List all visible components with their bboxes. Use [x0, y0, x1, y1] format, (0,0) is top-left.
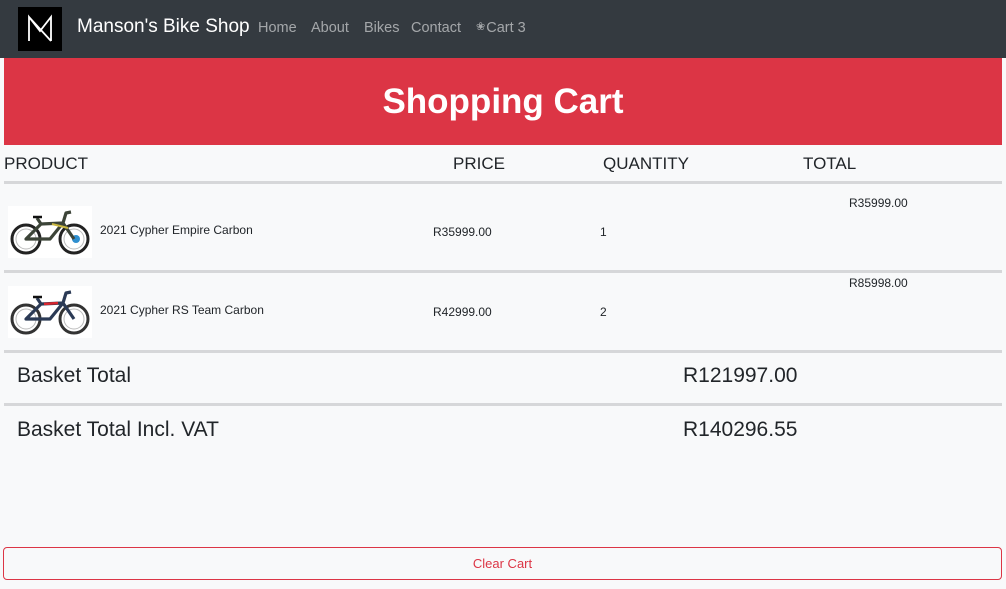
product-total: R35999.00 [849, 196, 908, 210]
logo-icon [28, 14, 52, 42]
divider [4, 403, 1002, 406]
nav-link-bikes[interactable]: Bikes [364, 20, 399, 36]
shop-logo[interactable] [18, 7, 62, 51]
product-quantity: 1 [600, 225, 607, 239]
clear-cart-button[interactable]: Clear Cart [3, 547, 1002, 580]
product-name: 2021 Cypher Empire Carbon [100, 223, 253, 237]
bike-image [8, 206, 92, 258]
product-price: R42999.00 [433, 305, 492, 319]
nav-link-contact[interactable]: Contact [411, 20, 461, 36]
product-price: R35999.00 [433, 225, 492, 239]
bike-image [8, 286, 92, 338]
brand-name[interactable]: Manson's Bike Shop [77, 16, 250, 38]
column-header-product: PRODUCT [4, 154, 89, 173]
column-header-total: TOTAL [803, 154, 857, 173]
product-name: 2021 Cypher RS Team Carbon [100, 303, 264, 317]
cart-label: Cart [486, 20, 514, 36]
page-title: Shopping Cart [382, 82, 624, 121]
divider [4, 350, 1002, 353]
table-row: 2021 Cypher Empire Carbon R35999.00 1 R3… [4, 184, 1002, 271]
column-header-price: PRICE [453, 154, 505, 173]
basket-total-label: Basket Total [17, 364, 132, 387]
nav-link-about[interactable]: About [311, 20, 349, 36]
cart-count: 3 [517, 20, 526, 36]
product-total: R85998.00 [849, 276, 908, 290]
product-quantity: 2 [600, 305, 607, 319]
navbar: Manson's Bike Shop Home About Bikes Cont… [0, 0, 1006, 58]
nav-link-cart[interactable]: ❀Cart 3 [476, 20, 526, 36]
vat-total-value: R140296.55 [683, 418, 798, 441]
nav-link-home[interactable]: Home [258, 20, 297, 36]
basket-total-value: R121997.00 [683, 364, 798, 387]
column-header-quantity: QUANTITY [603, 154, 689, 173]
page-header: Shopping Cart [4, 58, 1002, 145]
table-row: 2021 Cypher RS Team Carbon R42999.00 2 R… [4, 273, 1002, 360]
basket-icon: ❀ [476, 21, 486, 33]
vat-total-label: Basket Total Incl. VAT [17, 418, 219, 441]
